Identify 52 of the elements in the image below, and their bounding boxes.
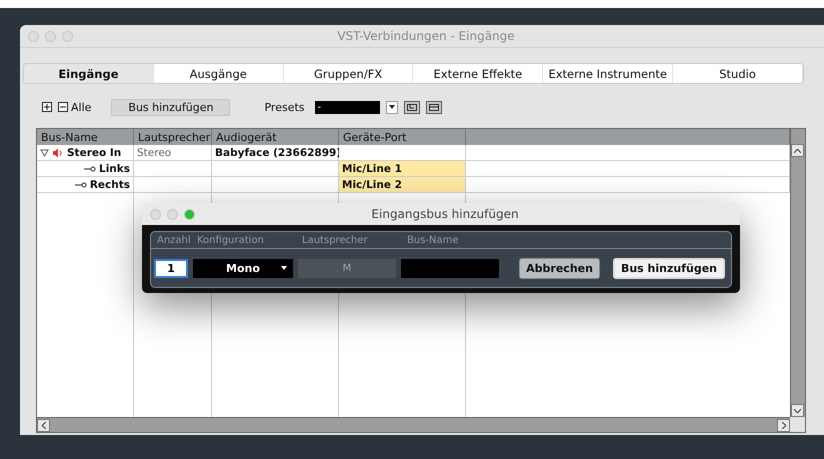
add-bus-button[interactable]: Bus hinzufügen [111,98,230,116]
channel-pin-icon [84,166,96,172]
remove-preset-button[interactable] [426,100,442,114]
speaker-icon [52,148,64,158]
close-button[interactable] [28,30,39,42]
collapse-all-icon[interactable] [58,102,68,112]
channel-name-cell[interactable]: Rechts [37,177,134,193]
tab[interactable]: Eingänge [24,64,154,83]
speaker-cell: Stereo [134,145,212,161]
device-cell: Babyface (23662899) [212,145,339,161]
chevron-down-icon [794,408,801,412]
tab[interactable]: Gruppen/FX [284,64,414,83]
horizontal-scrollbar[interactable] [37,417,790,432]
chevron-right-icon [782,422,786,428]
column-header[interactable]: Geräte-Port [339,129,466,145]
add-bus-button[interactable]: Bus hinzufügen [612,258,725,278]
channel-name-cell[interactable]: Links [37,161,134,177]
field-label: Anzahl [156,234,191,246]
cancel-button[interactable]: Abbrechen [519,258,600,278]
chevron-left-icon [42,422,46,428]
caret-icon [388,105,394,109]
expand-triangle-icon[interactable] [40,148,49,156]
all-label: Alle [71,100,92,114]
channel-pin-icon [74,182,87,188]
zoom-button[interactable] [184,208,195,220]
column-header[interactable]: Lautsprecher [134,129,212,145]
expand-all-icon[interactable] [42,102,52,112]
configuration-select[interactable]: Mono [193,258,293,278]
field-label: Konfiguration [196,234,265,246]
column-header[interactable]: Audiogerät [212,129,339,145]
window-title: VST-Verbindungen - Eingänge [337,29,515,43]
caret-icon [281,266,287,270]
port-cell[interactable]: Mic/Line 1 [339,161,466,177]
bus-name-cell[interactable]: Stereo In [37,145,134,161]
port-cell[interactable]: Mic/Line 2 [339,177,466,193]
minimize-button[interactable] [45,30,56,42]
count-field[interactable]: 1 [154,258,188,278]
presets-label: Presets [264,100,304,114]
field-label: Bus-Name [406,234,460,246]
field-label: Lautsprecher [301,234,369,246]
zoom-button[interactable] [62,30,73,42]
column-header[interactable]: Bus-Name [37,129,134,145]
scrollbar-corner [790,417,805,432]
dropdown-button[interactable] [386,100,398,114]
chevron-up-icon [794,148,801,152]
dialog-title: Eingangsbus hinzufügen [371,207,519,221]
minimize-button[interactable] [167,208,178,220]
preset-select[interactable]: - [314,100,380,114]
close-button[interactable] [150,208,161,220]
store-preset-button[interactable] [404,100,420,114]
bus-name-field[interactable] [401,258,499,278]
vertical-scrollbar[interactable] [790,129,805,417]
